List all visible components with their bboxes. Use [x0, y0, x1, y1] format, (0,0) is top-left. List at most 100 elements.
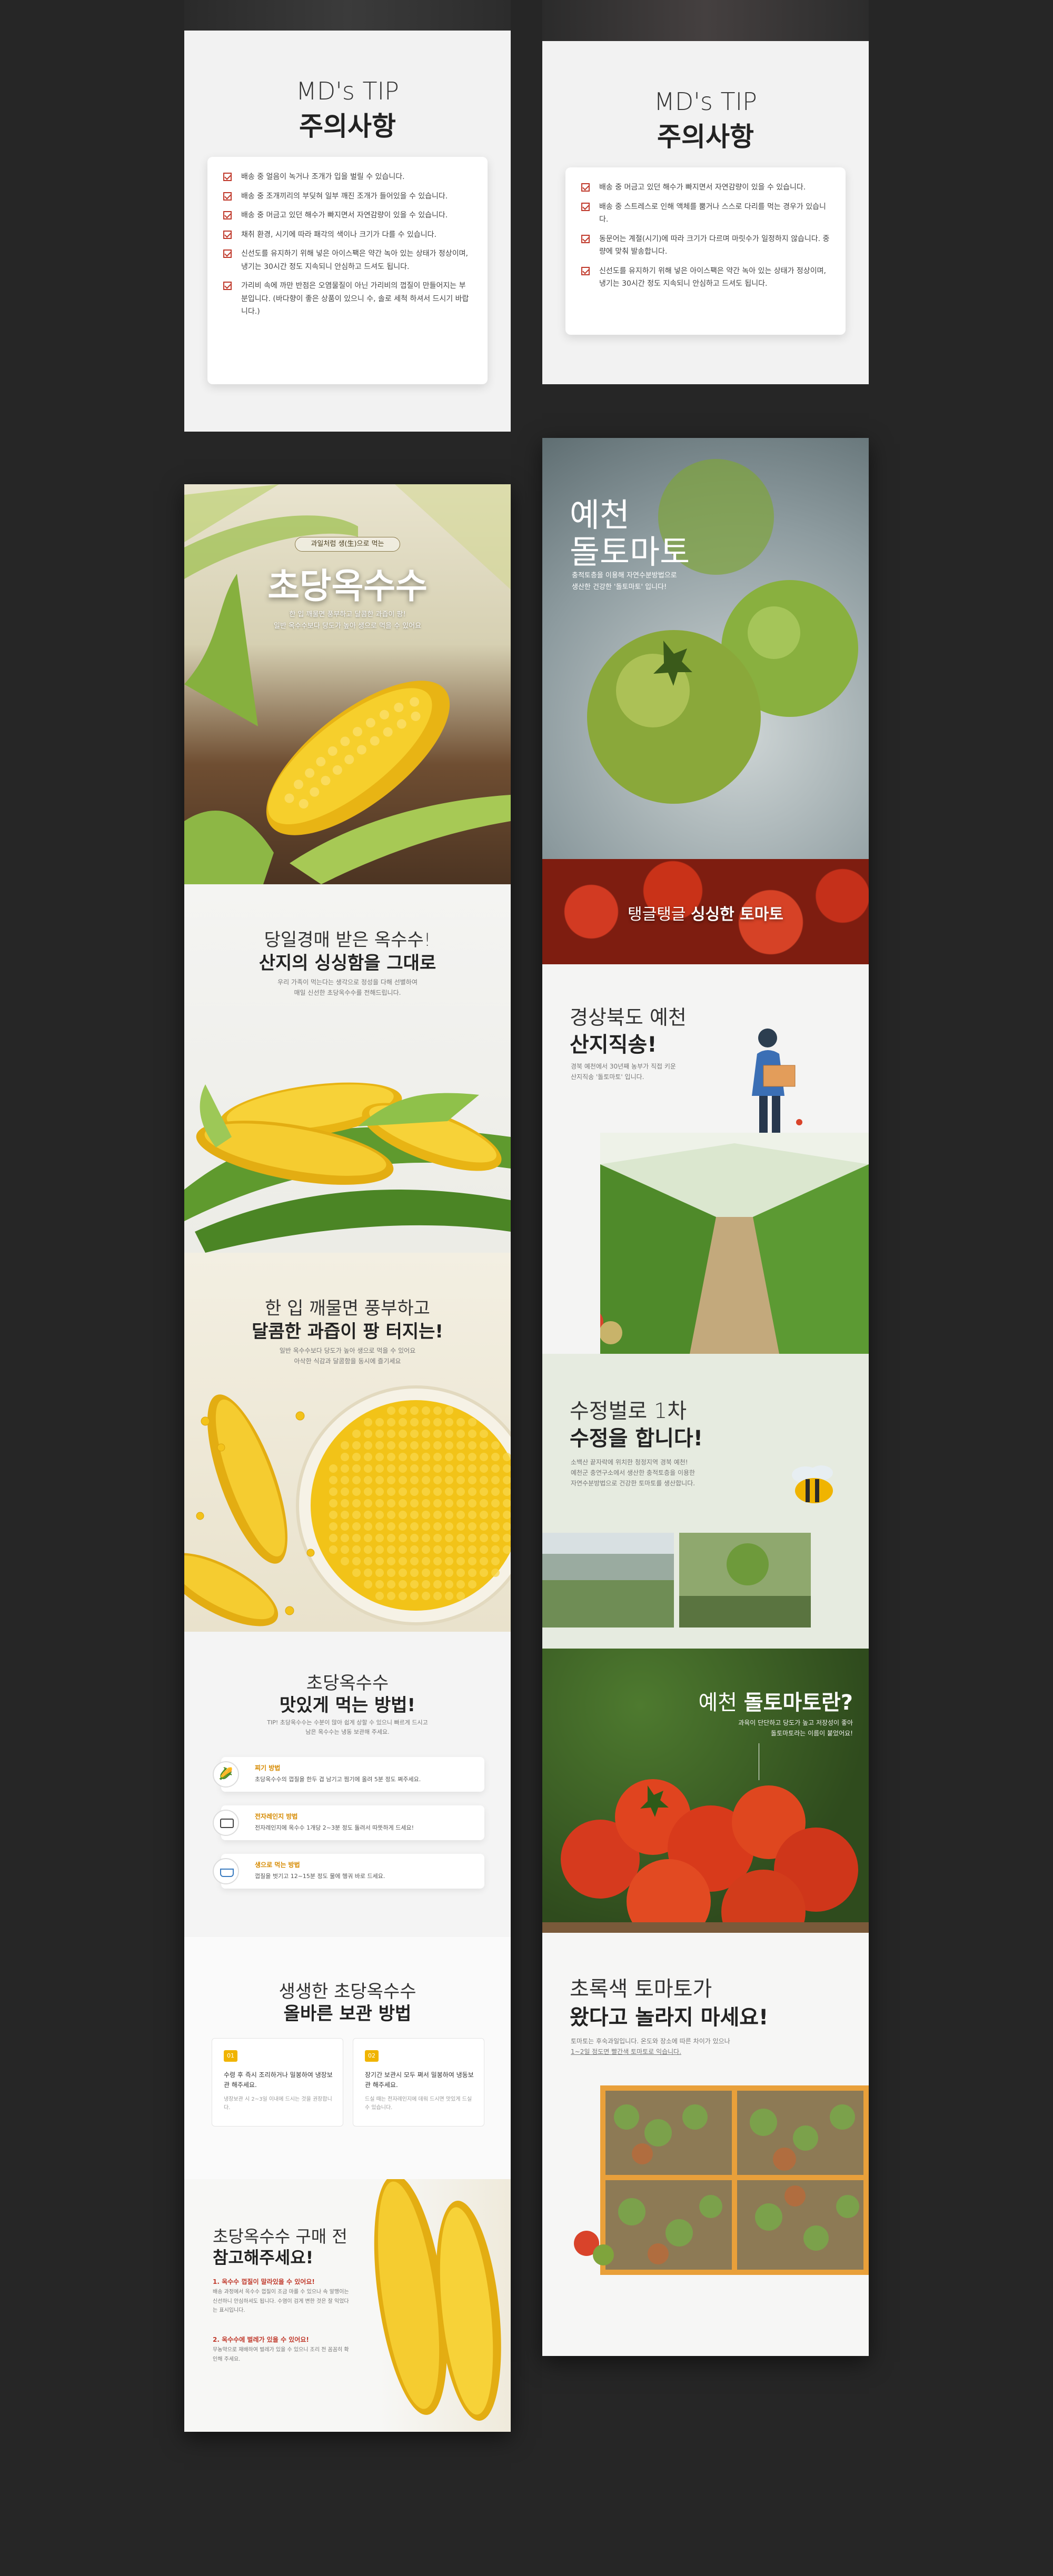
tomato-what-desc1: 과육이 단단하고 당도가 높고 저장성이 좋아 [738, 1719, 853, 1726]
corn-hero-desc1: 한 입 깨물면 풍부하고 달콤한 과즙이 팡! [289, 611, 406, 618]
method-text: 초당옥수수의 껍질을 한두 겹 남기고 찜기에 올려 5분 정도 쪄주세요. [255, 1776, 421, 1783]
greenhouse-illustration [600, 1133, 869, 1354]
tip-card-right: MD's TIP 주의사항 배송 중 머금고 있던 해수가 빠지면서 자연감량이… [542, 41, 869, 384]
tomato-what-desc2: 돌토마토라는 이름이 붙었어요! [771, 1730, 853, 1737]
storage-num: 02 [365, 2050, 379, 2062]
tip-card-left: MD's TIP 주의사항 배송 중 얼음이 녹거나 조개가 입을 벌릴 수 있… [184, 31, 511, 432]
check-icon [581, 234, 590, 243]
corn-howto-desc2: 남은 옥수수는 냉동 보관해 주세요. [305, 1729, 390, 1735]
corn-hero-desc2: 일반 옥수수보다 당도가 높아 생으로 먹을 수 있어요 [273, 622, 422, 630]
corn-before-note1-title: 1. 옥수수 껍질이 말라있을 수 있어요! [213, 2278, 315, 2285]
corn-before-line2: 참고해주세요! [213, 2248, 314, 2268]
tip-item: 배송 중 스트레스로 인해 액체를 뿜거나 스스로 다리를 먹는 경우가 있습니… [581, 201, 830, 226]
tip-eyebrow: MD's TIP [654, 87, 757, 116]
tip-item: 가리비 속에 까만 반점은 오염물질이 아닌 가리비의 껍질이 만들어지는 부분… [223, 279, 472, 318]
top-right-photo-strip [542, 0, 869, 41]
green-tomato-crates-illustration [574, 2085, 869, 2275]
corn-storage-section: 생생한 초당옥수수 올바른 보관 방법 01 수령 후 즉시 조리하거나 밀봉하… [184, 1937, 511, 2179]
tomato-bee-desc3: 자연수분방법으로 건강한 토마토를 생산합니다. [571, 1480, 696, 1487]
corn-fresh-desc1: 우리 가족이 먹는다는 생각으로 정성을 다해 선별하여 [277, 979, 418, 986]
tip-item: 배송 중 얼음이 녹거나 조개가 입을 벌릴 수 있습니다. [223, 171, 472, 184]
tip-item: 채취 환경, 시기에 따라 패각의 색이나 크기가 다를 수 있습니다. [223, 228, 472, 242]
corn-fresh-line2: 산지의 싱싱함을 그대로 [259, 953, 436, 974]
corn-fresh-section: 당일경매 받은 옥수수! 산지의 싱싱함을 그대로 우리 가족이 먹는다는 생각… [184, 884, 511, 1253]
check-icon [581, 202, 590, 211]
howto-method-steam: 🌽 찌기 방법 초당옥수수의 껍질을 한두 겹 남기고 찜기에 올려 5분 정도… [213, 1757, 484, 1792]
storage-desc: 드실 때는 전자레인지에 데워 드시면 맛있게 드실 수 있습니다. [365, 2096, 472, 2111]
tip-item: 배송 중 조개끼리의 부딪혀 일부 깨진 조개가 들어있을 수 있습니다. [223, 190, 472, 203]
tomato-detail-page: 예천 돌토마토 충적토층을 이용해 자연수분방법으로 생산한 건강한 '돌토마토… [542, 438, 869, 2356]
corn-before-note2-title: 2. 옥수수에 벌레가 있을 수 있어요! [213, 2336, 309, 2343]
corn-howto-section: 초당옥수수 맛있게 먹는 방법! TIP! 초당옥수수는 수분이 많아 쉽게 상… [184, 1632, 511, 1937]
top-left-photo-strip [184, 0, 511, 31]
check-icon [223, 192, 232, 201]
tomato-green-desc1: 토마토는 후숙과일입니다. 온도와 장소에 따른 차이가 있으나 [571, 2038, 730, 2045]
corn-before-section: 초당옥수수 구매 전 참고해주세요! 1. 옥수수 껍질이 말라있을 수 있어요… [184, 2179, 511, 2432]
howto-method-microwave: 전자레인지 방법 전자레인지에 옥수수 1개당 2~3분 정도 돌려서 따뜻하게… [213, 1805, 484, 1840]
pot-icon [213, 1858, 239, 1884]
corn-ears-illustration [184, 1082, 511, 1253]
method-text: 껍질을 벗기고 12~15분 정도 물에 헹궈 바로 드세요. [255, 1873, 385, 1880]
banner-pre: 탱글탱글 [628, 905, 691, 924]
corn-juicy-section: 한 입 깨물면 풍부하고 달콤한 과즙이 팡 터지는! 일반 옥수수보다 당도가… [184, 1253, 511, 1632]
corn-detail-page: 과일처럼 생(生)으로 먹는 초당옥수수 한 입 깨물면 풍부하고 달콤한 과즙… [184, 484, 511, 2432]
tip-title: 주의사항 [299, 111, 396, 142]
tomato-banner-text: 탱글탱글 싱싱한 토마토 [542, 901, 869, 924]
tomato-hero-desc2: 생산한 건강한 '돌토마토' 입니다! [572, 583, 667, 591]
tomato-hero: 예천 돌토마토 충적토층을 이용해 자연수분방법으로 생산한 건강한 '돌토마토… [542, 438, 869, 859]
check-icon [223, 230, 232, 239]
tomato-farm-line2: 산지직송! [570, 1033, 657, 1057]
tomato-what-section: 예천 돌토마토란? 과육이 단단하고 당도가 높고 저장성이 좋아 돌토마토라는… [542, 1649, 869, 1933]
corn-icon: 🌽 [213, 1761, 239, 1788]
method-label: 생으로 먹는 방법 [255, 1861, 300, 1869]
check-icon [223, 282, 232, 290]
tip-title: 주의사항 [657, 122, 754, 152]
storage-title: 장기간 보관시 모두 쪄서 밀봉하여 냉동보관 해주세요. [365, 2071, 474, 2089]
tomato-green-line2: 왔다고 놀라지 마세요! [570, 2005, 769, 2030]
tomato-green-section: 초록색 토마토가 왔다고 놀라지 마세요! 토마토는 후숙과일입니다. 온도와 … [542, 1933, 869, 2356]
corn-howto-line2: 맛있게 먹는 방법! [279, 1695, 416, 1716]
storage-box: 01 수령 후 즉시 조리하거나 밀봉하여 냉장보관 해주세요. 냉장보관 시 … [212, 2038, 343, 2126]
corn-hero: 과일처럼 생(生)으로 먹는 초당옥수수 한 입 깨물면 풍부하고 달콤한 과즙… [184, 484, 511, 884]
tip-item: 동문어는 계절(시기)에 따라 크기가 다르며 마릿수가 일정하지 않습니다. … [581, 233, 830, 258]
corn-hero-badge: 과일처럼 생(生)으로 먹는 [295, 537, 400, 552]
method-text: 전자레인지에 옥수수 1개당 2~3분 정도 돌려서 따뜻하게 드세요! [255, 1824, 414, 1831]
tip-eyebrow: MD's TIP [296, 77, 399, 105]
tip-list: 배송 중 머금고 있던 해수가 빠지면서 자연감량이 있을 수 있습니다. 배송… [565, 167, 846, 335]
corn-juicy-desc1: 일반 옥수수보다 당도가 높아 생으로 먹을 수 있어요 [279, 1347, 416, 1354]
check-icon [223, 211, 232, 219]
check-icon [581, 266, 590, 275]
corn-hero-title: 초당옥수수 [267, 566, 428, 606]
corn-before-note2-desc: 무농약으로 재배하여 벌레가 있을 수 있으니 조리 전 꼼꼼히 확인해 주세요… [213, 2347, 349, 2362]
method-label: 전자레인지 방법 [255, 1813, 298, 1820]
method-label: 찌기 방법 [255, 1764, 281, 1772]
corn-juicy-desc2: 아삭한 식감과 달콤함을 동시에 즐기세요 [294, 1357, 401, 1365]
tomato-bee-line1: 수정벌로 1차 [570, 1399, 687, 1423]
storage-desc: 냉장보관 시 2~3일 이내에 드시는 것을 권장합니다. [224, 2096, 332, 2111]
corn-pair-illustration [374, 2179, 501, 2421]
tip-item: 배송 중 머금고 있던 해수가 빠지면서 자연감량이 있을 수 있습니다. [223, 209, 472, 222]
tip-item: 신선도를 유지하기 위해 넣은 아이스팩은 약간 녹아 있는 상태가 정상이며,… [223, 247, 472, 273]
corn-fresh-desc2: 매일 신선한 초당옥수수를 전해드립니다. [294, 989, 401, 996]
corn-fresh-line1: 당일경매 받은 옥수수! [264, 930, 431, 951]
tomato-bee-desc1: 소백산 끝자락에 위치한 청정지역 경북 예천! [571, 1459, 688, 1466]
corn-howto-desc1: TIP! 초당옥수수는 수분이 많아 쉽게 상할 수 있으니 빠르게 드시고 [267, 1719, 428, 1726]
storage-num: 01 [224, 2050, 237, 2062]
microwave-icon [213, 1810, 239, 1836]
corn-juicy-line2: 달콤한 과즙이 팡 터지는! [252, 1321, 443, 1342]
tip-item: 배송 중 머금고 있던 해수가 빠지면서 자연감량이 있을 수 있습니다. [581, 181, 830, 194]
tip-item: 신선도를 유지하기 위해 넣은 아이스팩은 약간 녹아 있는 상태가 정상이며,… [581, 265, 830, 291]
tomato-bee-section: 수정벌로 1차 수정을 합니다! 소백산 끝자락에 위치한 청정지역 경북 예천… [542, 1354, 869, 1649]
corn-before-note1-desc: 배송 과정에서 옥수수 껍질이 조금 마를 수 있으나 속 알맹이는 신선하니 … [213, 2289, 349, 2313]
farmer-illustration [752, 1029, 802, 1133]
tomato-farm-desc2: 산지직송 '돌토마토' 입니다. [571, 1073, 644, 1081]
check-icon [223, 249, 232, 258]
howto-method-raw: 생으로 먹는 방법 껍질을 벗기고 12~15분 정도 물에 헹궈 바로 드세요… [213, 1854, 484, 1889]
tomato-hero-desc1: 충적토층을 이용해 자연수분방법으로 [572, 572, 677, 580]
check-icon [581, 183, 590, 192]
check-icon [223, 173, 232, 181]
what-pre: 예천 [698, 1691, 744, 1715]
corn-juicy-line1: 한 입 깨물면 풍부하고 [265, 1298, 430, 1319]
tomato-farm-line1: 경상북도 예천 [570, 1006, 687, 1029]
corn-kernels-bowl-illustration [184, 1385, 511, 1626]
